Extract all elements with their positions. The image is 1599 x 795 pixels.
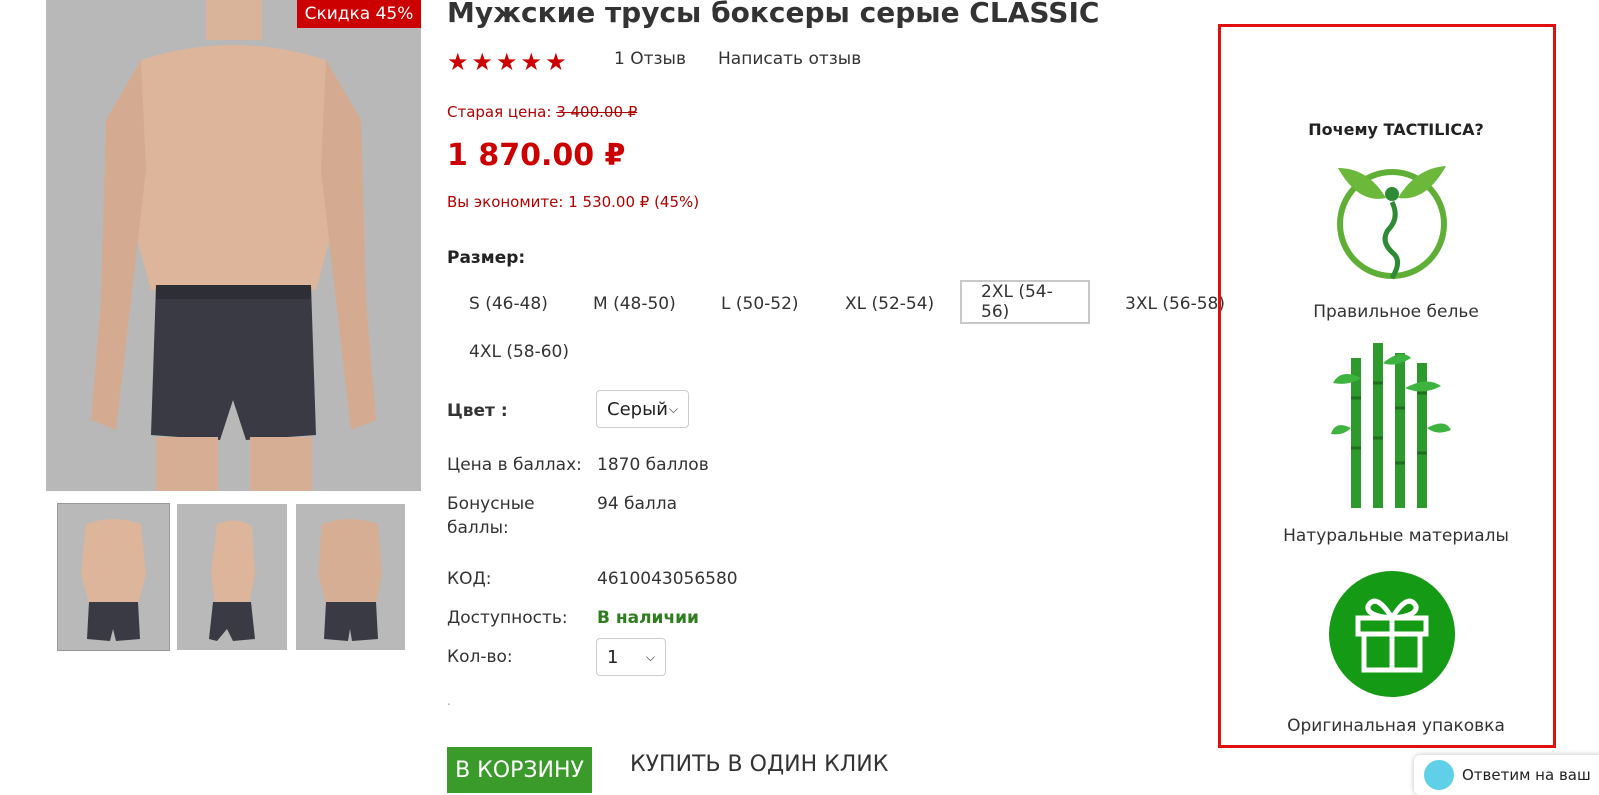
thumbnail-side[interactable]: [177, 504, 287, 650]
why-caption-natural-materials: Натуральные материалы: [1283, 526, 1509, 546]
size-option-xl[interactable]: XL (52-54): [826, 284, 953, 324]
color-select[interactable]: Серый ⌵: [596, 390, 689, 428]
write-review-link[interactable]: Написать отзыв: [718, 49, 861, 69]
size-option-s[interactable]: S (46-48): [450, 284, 567, 324]
chevron-down-icon: ⌵: [668, 401, 678, 416]
bonus-label-line1: Бонусные: [447, 494, 535, 514]
quantity-select[interactable]: 1 ⌵: [596, 638, 666, 676]
buy-one-click-button[interactable]: КУПИТЬ В ОДИН КЛИК: [630, 752, 888, 777]
product-title: Мужские трусы боксеры серые CLASSIC: [447, 0, 1100, 29]
qty-label: Кол-во:: [447, 647, 513, 667]
why-title: Почему TACTILICA?: [1308, 120, 1484, 139]
bamboo-icon: [1331, 338, 1453, 508]
code-value: 4610043056580: [597, 569, 738, 589]
size-label: Размер:: [447, 248, 526, 268]
points-price-label: Цена в баллах:: [447, 455, 582, 475]
savings-text: Вы экономите: 1 530.00 ₽ (45%): [447, 193, 700, 211]
thumbnail-back[interactable]: [296, 504, 405, 650]
size-option-m[interactable]: M (48-50): [574, 284, 695, 324]
size-option-4xl[interactable]: 4XL (58-60): [450, 332, 588, 372]
gift-icon: [1328, 570, 1456, 698]
why-caption-original-packaging: Оригинальная упаковка: [1287, 716, 1505, 736]
color-label: Цвет :: [447, 401, 508, 421]
points-price-value: 1870 баллов: [597, 455, 709, 475]
chevron-down-icon: ⌵: [645, 649, 655, 664]
old-price-label: Старая цена:: [447, 103, 552, 121]
bonus-label-line2: баллы:: [447, 518, 509, 538]
bonus-value: 94 балла: [597, 494, 678, 514]
chat-icon: [1424, 760, 1454, 790]
product-main-photo[interactable]: [46, 0, 421, 491]
old-price: 3 400.00 ₽: [556, 103, 638, 121]
reviews-link[interactable]: 1 Отзыв: [614, 49, 686, 69]
chat-text: Ответим на ваш: [1462, 766, 1591, 784]
code-label: КОД:: [447, 569, 492, 589]
leaf-figure-icon: [1328, 158, 1456, 284]
color-select-value: Серый: [607, 398, 668, 420]
availability-label: Доступность:: [447, 608, 568, 628]
size-option-l[interactable]: L (50-52): [702, 284, 818, 324]
current-price: 1 870.00 ₽: [447, 138, 626, 173]
add-to-cart-button[interactable]: В КОРЗИНУ: [447, 747, 592, 793]
thumbnail-front[interactable]: [57, 503, 170, 651]
availability-value: В наличии: [597, 608, 699, 628]
dot-separator: .: [447, 694, 451, 708]
rating-stars: ★★★★★: [447, 48, 570, 76]
old-price-row: Старая цена: 3 400.00 ₽: [447, 103, 637, 121]
size-option-2xl[interactable]: 2XL (54-56): [960, 280, 1090, 324]
discount-badge: Скидка 45%: [297, 0, 421, 28]
why-caption-correct-underwear: Правильное белье: [1313, 302, 1479, 322]
quantity-select-value: 1: [607, 646, 619, 668]
chat-widget[interactable]: Ответим на ваш: [1414, 755, 1599, 795]
